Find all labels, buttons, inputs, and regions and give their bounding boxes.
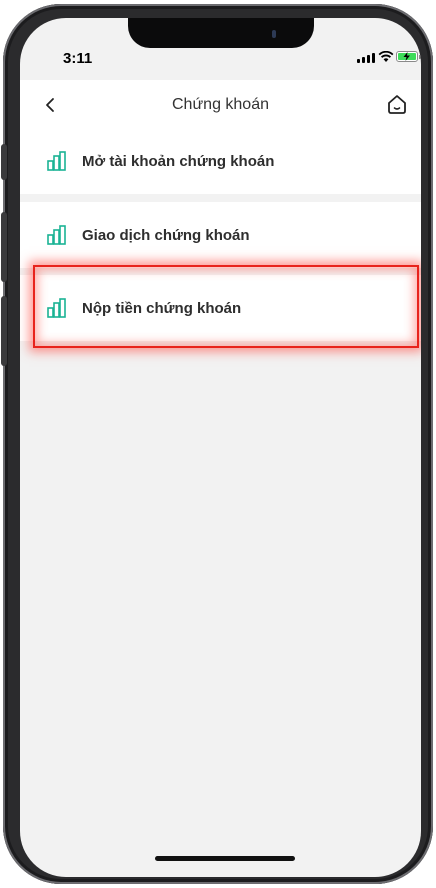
page-title: Chứng khoán [172,96,269,113]
status-time: 3:11 [63,50,93,67]
battery-icon [396,51,421,62]
volume-down-button [1,296,7,366]
bar-chart-icon [47,151,66,171]
menu-item-label: Nộp tiền chứng khoán [82,299,242,317]
screen: 3:11 Chứng khoán Mở tài khoản chứng khoá… [20,18,421,877]
mute-switch [1,144,7,180]
menu-item-deposit-securities[interactable]: Nộp tiền chứng khoán [20,275,421,341]
home-indicator[interactable] [155,856,295,861]
menu-item-label: Giao dịch chứng khoán [82,226,250,244]
cellular-signal-icon [357,53,375,63]
notch [128,18,314,48]
home-icon[interactable] [385,92,409,116]
volume-up-button [1,212,7,282]
menu-item-trade-securities[interactable]: Giao dịch chứng khoán [20,202,421,268]
menu-item-label: Mở tài khoản chứng khoán [82,152,275,170]
bar-chart-icon [47,225,66,245]
header-bar: Chứng khoán [20,80,421,130]
charging-bolt-icon [403,52,410,61]
camera-dot [272,30,276,38]
bar-chart-icon [47,298,66,318]
wifi-icon [378,51,394,62]
menu-item-open-account[interactable]: Mở tài khoản chứng khoán [20,128,421,194]
phone-frame: 3:11 Chứng khoán Mở tài khoản chứng khoá… [1,4,433,884]
